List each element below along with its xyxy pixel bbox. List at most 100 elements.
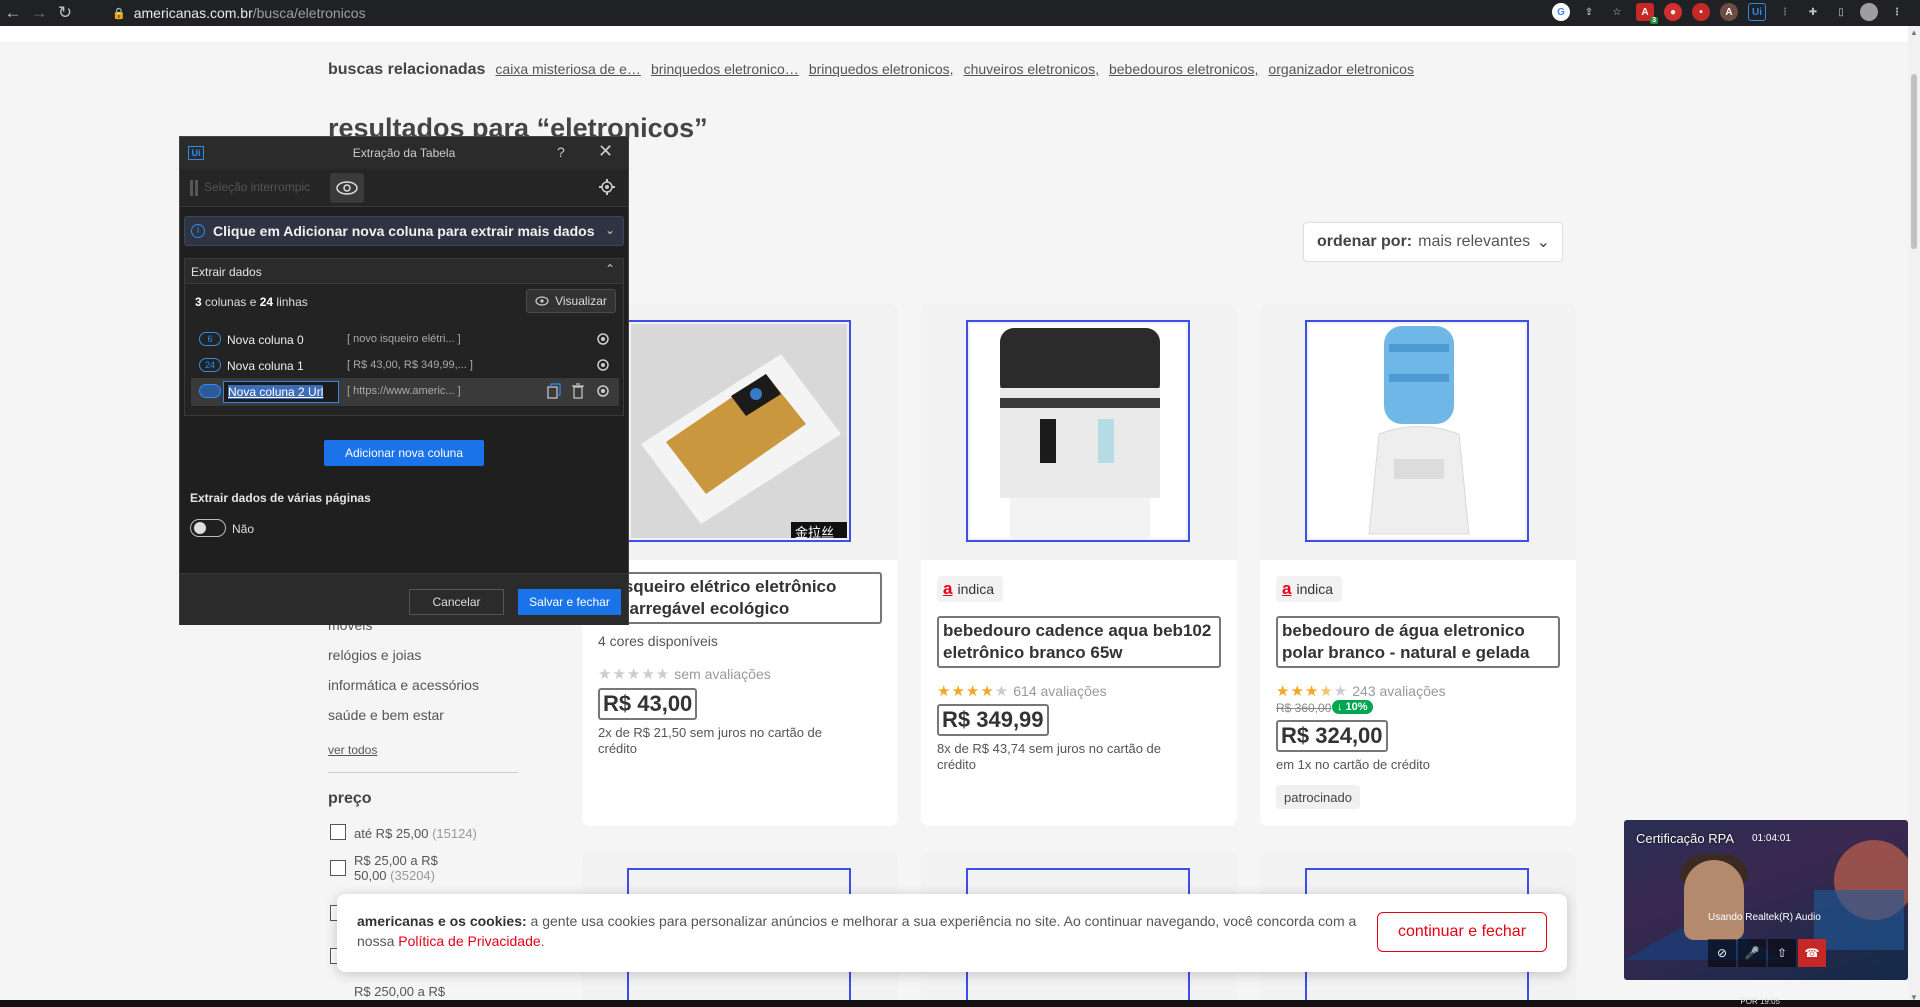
- sidebar-category[interactable]: saúde e bem estar: [328, 707, 444, 723]
- price-filter-label[interactable]: R$ 250,00 a R$: [354, 984, 445, 999]
- see-all-link[interactable]: ver todos: [328, 743, 377, 757]
- help-icon[interactable]: ?: [557, 144, 565, 160]
- column-count-badge: 6: [199, 332, 221, 346]
- scrollbar-thumb[interactable]: [1911, 74, 1917, 249]
- sidebar-category[interactable]: relógios e joias: [328, 647, 421, 663]
- column-settings-gear-icon[interactable]: [595, 331, 611, 350]
- record-icon[interactable]: ●: [1664, 3, 1682, 21]
- forward-icon[interactable]: →: [26, 3, 52, 23]
- lastpass-icon[interactable]: •: [1692, 3, 1710, 21]
- product-title[interactable]: bebedouro de água eletronico polar branc…: [1276, 616, 1560, 668]
- reload-icon[interactable]: ↻: [52, 3, 78, 23]
- dialog-titlebar[interactable]: Ui Extração da Tabela ? ✕: [180, 137, 628, 169]
- address-bar[interactable]: americanas.com.br/busca/eletronicos: [134, 5, 366, 21]
- product-image[interactable]: 金拉丝: [627, 320, 851, 542]
- bookmark-star-icon[interactable]: ☆: [1608, 3, 1626, 21]
- related-link[interactable]: chuveiros eletronicos,: [964, 61, 1099, 77]
- sort-select[interactable]: ordenar por: mais relevantes ⌄: [1303, 222, 1563, 262]
- scroll-up-icon[interactable]: ▲: [1910, 28, 1918, 37]
- preview-button[interactable]: Visualizar: [526, 289, 616, 313]
- review-count: 243 avaliações: [1352, 683, 1446, 699]
- lighter-image: 金拉丝: [631, 324, 847, 538]
- sidepanel-icon[interactable]: ▯: [1832, 3, 1850, 21]
- close-icon[interactable]: ✕: [598, 141, 613, 162]
- related-link[interactable]: organizador eletronicos: [1268, 61, 1414, 77]
- share-screen-icon[interactable]: ⇧: [1768, 939, 1796, 967]
- copy-icon[interactable]: [547, 383, 561, 402]
- kebab-menu-icon[interactable]: ⋮: [1888, 3, 1906, 21]
- summary-text: linhas: [273, 295, 308, 309]
- section-header[interactable]: Extrair dados ⌃: [184, 258, 624, 284]
- chevron-down-icon[interactable]: ⌄: [605, 223, 615, 237]
- hang-up-icon[interactable]: ☎: [1798, 939, 1826, 967]
- puzzle-icon[interactable]: ✚: [1804, 3, 1822, 21]
- price-checkbox[interactable]: [330, 860, 346, 876]
- related-link[interactable]: brinquedos eletronicos,: [809, 61, 954, 77]
- column-name-input[interactable]: Nova coluna 2 Url: [223, 381, 339, 403]
- column-row[interactable]: 24 Nova coluna 1 [ R$ 43,00, R$ 349,99,.…: [191, 352, 619, 380]
- row-count: 24: [259, 295, 274, 309]
- column-name[interactable]: Nova coluna 0: [227, 333, 304, 347]
- avatar[interactable]: [1860, 3, 1878, 21]
- privacy-policy-link[interactable]: Política de Privacidade: [398, 933, 540, 949]
- badge-label: indica: [957, 581, 995, 597]
- dialog-toolbar: Seleção interrompic: [180, 169, 628, 207]
- highlight-toggle-button[interactable]: [330, 173, 364, 203]
- info-banner[interactable]: i Clique em Adicionar nova coluna para e…: [184, 216, 624, 246]
- multi-page-toggle[interactable]: [190, 519, 226, 537]
- product-title[interactable]: o isqueiro elétrico eletrônico recarregá…: [598, 572, 882, 624]
- star-icons: ★★★★★: [1276, 683, 1349, 700]
- columns-panel: 3 colunas e 24 linhas Visualizar 6 Nova …: [184, 284, 624, 416]
- sponsored-tag: patrocinado: [1276, 785, 1360, 809]
- product-title[interactable]: bebedouro cadence aqua beb102 eletrônico…: [937, 616, 1221, 668]
- info-text: Clique em Adicionar nova coluna para ext…: [213, 223, 595, 239]
- video-call-overlay[interactable]: Certificação RPA 01:04:01 Usando Realtek…: [1624, 820, 1908, 980]
- product-card[interactable]: a indica bebedouro de água eletronico pol…: [1260, 304, 1576, 826]
- related-link[interactable]: caixa misteriosa de e…: [495, 61, 641, 77]
- cancel-button[interactable]: Cancelar: [409, 589, 504, 615]
- settings-gear-icon[interactable]: [598, 178, 616, 199]
- profile-ext-icon[interactable]: A: [1720, 3, 1738, 21]
- product-price: R$ 324,00: [1276, 720, 1388, 752]
- chevron-up-icon[interactable]: ⌃: [605, 262, 615, 276]
- save-close-button[interactable]: Salvar e fechar: [518, 589, 621, 615]
- add-column-button[interactable]: Adicionar nova coluna: [324, 440, 484, 466]
- extensions-bar: G ⇪ ☆ A3 ● • A Ui ⋮ ✚ ▯ ⋮: [1552, 3, 1906, 24]
- column-settings-gear-icon[interactable]: [595, 383, 611, 402]
- adblock-icon[interactable]: A3: [1636, 3, 1658, 24]
- related-link[interactable]: bebedouros eletronicos,: [1109, 61, 1258, 77]
- camera-off-icon[interactable]: ⊘: [1708, 939, 1736, 967]
- url-path: /busca/eletronicos: [252, 5, 366, 21]
- column-row-selected[interactable]: 24 Nova coluna 2 Url [ https://www.ameri…: [191, 378, 619, 406]
- share-icon[interactable]: ⇪: [1580, 3, 1598, 21]
- column-preview: [ R$ 43,00, R$ 349,99,... ]: [347, 359, 473, 371]
- back-icon[interactable]: ←: [0, 3, 26, 23]
- cookie-end: .: [540, 933, 545, 949]
- price-filter-label[interactable]: até R$ 25,00 (15124): [354, 826, 477, 841]
- mic-off-icon[interactable]: 🎤: [1738, 939, 1766, 967]
- page-scrollbar[interactable]: ▲ ▼: [1908, 26, 1920, 1004]
- old-price: R$ 360,00: [1276, 701, 1332, 715]
- google-icon[interactable]: G: [1552, 3, 1570, 21]
- column-settings-gear-icon[interactable]: [595, 357, 611, 376]
- cookie-text: americanas e os cookies: a gente usa coo…: [357, 911, 1357, 951]
- sidebar-category[interactable]: informática e acessórios: [328, 677, 479, 693]
- ext-menu-icon[interactable]: ⋮: [1776, 3, 1794, 21]
- cookie-accept-button[interactable]: continuar e fechar: [1377, 912, 1547, 952]
- lock-icon[interactable]: 🔒: [112, 7, 126, 20]
- url-domain: americanas.com.br: [133, 5, 253, 21]
- product-image[interactable]: [966, 320, 1190, 542]
- uipath-ext-icon[interactable]: Ui: [1748, 3, 1766, 21]
- column-name[interactable]: Nova coluna 1: [227, 359, 304, 373]
- price-filter-label[interactable]: R$ 25,00 a R$ 50,00 (35204): [354, 853, 464, 883]
- product-image[interactable]: [1305, 320, 1529, 542]
- related-link[interactable]: brinquedos eletronico…: [651, 61, 799, 77]
- trash-icon[interactable]: [571, 383, 585, 402]
- column-preview: [ https://www.americ... ]: [347, 385, 461, 397]
- price-checkbox[interactable]: [330, 824, 346, 840]
- pause-selection-button[interactable]: Seleção interrompic: [190, 180, 310, 196]
- product-card[interactable]: 金拉丝 o isqueiro elétrico eletrônico recar…: [582, 304, 898, 826]
- product-card[interactable]: a indica bebedouro cadence aqua beb102 el…: [921, 304, 1237, 826]
- column-row[interactable]: 6 Nova coluna 0 [ novo isqueiro elétri..…: [191, 326, 619, 354]
- eye-icon: [535, 296, 549, 306]
